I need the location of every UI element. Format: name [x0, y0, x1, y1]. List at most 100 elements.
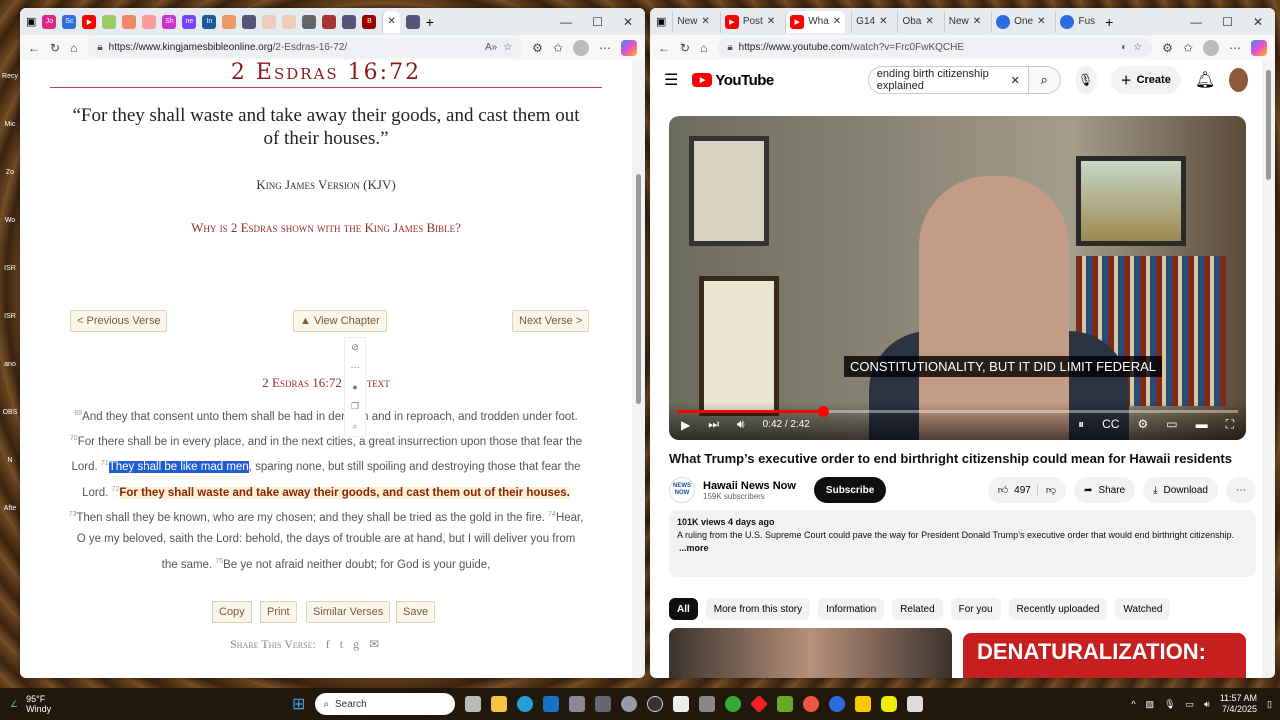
search-button[interactable]: ⌕ — [1028, 66, 1061, 94]
favorite-star-icon[interactable]: ☆ — [1133, 42, 1142, 53]
autoplay-toggle[interactable]: ⏸ — [1078, 417, 1084, 432]
more-menu-icon[interactable]: ⋯ — [1229, 41, 1241, 55]
account-avatar[interactable] — [1229, 68, 1249, 92]
tab[interactable]: One ✕ — [991, 10, 1049, 33]
tab[interactable]: Jo — [42, 14, 57, 29]
clear-search-icon[interactable]: ✕ — [1011, 74, 1020, 87]
tab[interactable]: Sc — [62, 14, 77, 29]
settings-icon[interactable] — [621, 696, 638, 712]
search-icon[interactable]: ⌕ — [352, 421, 357, 432]
url-field[interactable]: 🔒︎ https://www.youtube.com/watch?v=Frc0Fw… — [717, 37, 1153, 58]
next-verse-button[interactable]: Next Verse > — [512, 310, 590, 332]
chip-related[interactable]: Related — [892, 598, 943, 620]
tracking-icon[interactable]: ◐ — [1121, 42, 1127, 53]
tab[interactable]: ▶ Post ✕ — [719, 10, 779, 33]
tab[interactable] — [405, 14, 420, 29]
close-window-button[interactable]: ✕ — [1253, 15, 1263, 29]
tab[interactable] — [302, 14, 317, 29]
email-icon[interactable]: ✉ — [369, 637, 379, 652]
new-tab-button[interactable]: + — [1105, 14, 1113, 30]
desktop-icon[interactable]: ano — [0, 328, 20, 368]
tab[interactable] — [322, 14, 337, 29]
menu-icon[interactable]: ☰ — [664, 70, 678, 90]
tab[interactable] — [282, 14, 297, 29]
obs-icon[interactable] — [647, 696, 664, 712]
notifications-bell-icon[interactable]: 🔔︎ — [1195, 70, 1215, 90]
save-button[interactable]: Save — [396, 601, 436, 623]
volume-icon[interactable]: 🔊︎ — [737, 417, 745, 432]
facebook-icon[interactable]: f — [326, 637, 330, 652]
taskbar-search[interactable]: ⌕ Search — [315, 693, 456, 715]
clock[interactable]: 11:57 AM 7/4/2025 — [1220, 693, 1257, 715]
desktop-icon[interactable]: Recy — [0, 40, 20, 80]
miniplayer-icon[interactable]: ▭ — [1166, 417, 1177, 432]
similar-verses-button[interactable]: Similar Verses — [306, 601, 391, 623]
maximize-button[interactable]: ☐ — [592, 15, 603, 29]
duckduckgo-icon[interactable] — [803, 696, 820, 712]
tab[interactable] — [242, 14, 257, 29]
minimize-button[interactable]: — — [1190, 15, 1202, 29]
view-chapter-button[interactable]: ▲ View Chapter — [293, 310, 387, 332]
task-view-icon[interactable] — [465, 696, 482, 712]
chip-recently-uploaded[interactable]: Recently uploaded — [1008, 598, 1108, 620]
weather-widget[interactable]: ∠ 95°F Windy — [10, 694, 51, 714]
tab-actions-icon[interactable]: ▣ — [26, 15, 36, 28]
extensions-icon[interactable]: ⚙ — [532, 41, 543, 55]
tab[interactable]: B — [362, 14, 377, 29]
print-button[interactable]: Print — [260, 601, 297, 623]
chip-watched[interactable]: Watched — [1115, 598, 1171, 620]
tab[interactable] — [222, 14, 237, 29]
search-input[interactable]: ending birth citizenship explained ✕ — [867, 66, 1029, 94]
favorite-star-icon[interactable]: ☆ — [503, 42, 512, 53]
progress-bar[interactable] — [677, 406, 1238, 417]
create-button[interactable]: ＋ Create — [1110, 66, 1181, 94]
scrollbar[interactable] — [1262, 60, 1275, 678]
description-box[interactable]: 101K views 4 days ago A ruling from the … — [669, 510, 1256, 577]
chip-information[interactable]: Information — [818, 598, 885, 620]
tab[interactable] — [122, 14, 137, 29]
share-button[interactable]: ➦ Share — [1074, 477, 1136, 503]
download-button[interactable]: ⤓ Download — [1143, 477, 1218, 503]
like-button[interactable]: 👍︎ 497 👎︎ — [987, 477, 1067, 503]
display-icon[interactable]: ▭ — [1186, 699, 1195, 710]
tab[interactable] — [342, 14, 357, 29]
profile-avatar[interactable] — [1203, 39, 1219, 56]
tab[interactable] — [262, 14, 277, 29]
nvidia-icon[interactable] — [777, 696, 794, 712]
tab[interactable]: Fus — [1055, 10, 1099, 33]
recommended-video-thumbnail[interactable]: DENATURALIZATION: — [963, 633, 1246, 678]
selected-text[interactable]: They shall be like mad men — [108, 461, 249, 474]
hide-icon[interactable]: ⊘ — [351, 342, 359, 353]
notifications-icon[interactable]: ▯ — [1267, 699, 1272, 710]
back-icon[interactable]: ← — [28, 41, 40, 55]
desktop-icon[interactable]: ISR — [0, 232, 20, 272]
back-icon[interactable]: ← — [658, 41, 670, 55]
copilot-icon[interactable]: ● — [352, 382, 357, 392]
tab[interactable] — [142, 14, 157, 29]
more-link[interactable]: ...more — [679, 542, 1248, 555]
favorites-icon[interactable]: ✩ — [1183, 41, 1193, 55]
profile-avatar[interactable] — [573, 39, 589, 56]
tab[interactable]: Sh — [162, 14, 177, 29]
play-icon[interactable]: ▶ — [681, 418, 690, 432]
recommended-video-thumbnail[interactable] — [669, 628, 952, 678]
youtube-logo[interactable]: ▶ YouTube — [692, 72, 774, 89]
new-tab-button[interactable]: + — [426, 14, 434, 30]
sticky-notes-icon[interactable] — [855, 696, 872, 712]
desktop-icon[interactable]: Zo — [0, 136, 20, 176]
minimize-button[interactable]: — — [560, 15, 572, 29]
home-icon[interactable]: ⌂ — [700, 41, 707, 55]
desktop-icon[interactable]: OBS — [0, 376, 20, 416]
desktop-icon[interactable]: Afte — [0, 472, 20, 512]
tab-actions-icon[interactable]: ▣ — [656, 15, 666, 28]
favorites-icon[interactable]: ✩ — [553, 41, 563, 55]
tab[interactable] — [102, 14, 117, 29]
read-aloud-icon[interactable]: A» — [485, 42, 497, 53]
more-menu-icon[interactable]: ⋯ — [599, 41, 611, 55]
video-player[interactable]: CONSTITUTIONALITY, BUT IT DID LIMIT FEDE… — [669, 116, 1246, 440]
extensions-icon[interactable]: ⚙ — [1162, 41, 1173, 55]
maximize-button[interactable]: ☐ — [1222, 15, 1233, 29]
notepad-icon[interactable] — [907, 696, 924, 712]
tab[interactable]: ne — [182, 14, 197, 29]
subscribe-button[interactable]: Subscribe — [813, 477, 887, 503]
